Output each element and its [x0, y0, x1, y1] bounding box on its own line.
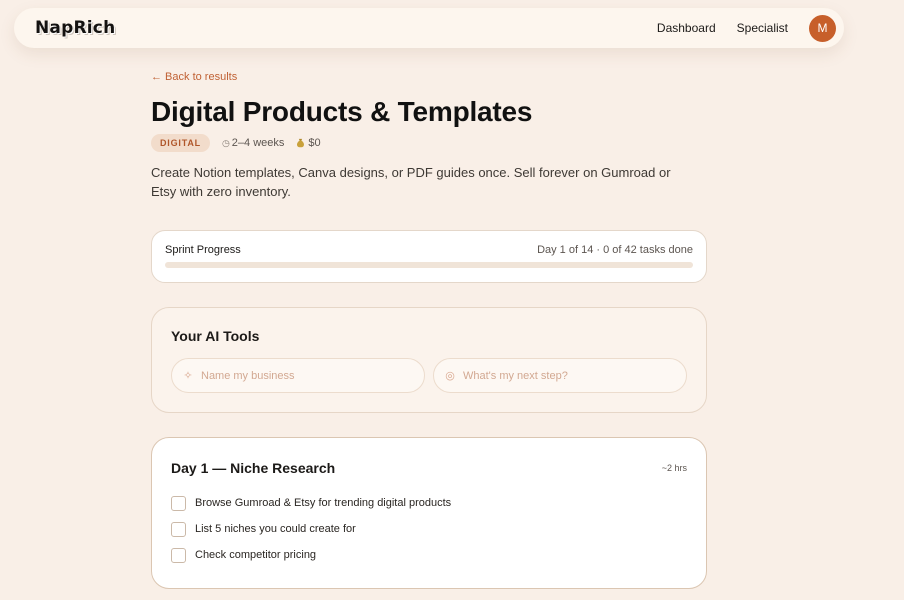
task-item[interactable]: List 5 niches you could create for [171, 516, 687, 542]
task-item[interactable]: Browse Gumroad & Etsy for trending digit… [171, 490, 687, 516]
day-title: Day 1 — Niche Research [171, 460, 336, 476]
task-label: Check competitor pricing [195, 549, 317, 561]
progress-status: Day 1 of 14 · 0 of 42 tasks done [537, 244, 693, 256]
progress-title: Sprint Progress [165, 244, 241, 256]
duration-meta: ◷ 2–4 weeks [222, 137, 284, 149]
page-title: Digital Products & Templates [151, 96, 533, 127]
top-navbar: NapRich Dashboard Specialist M [14, 8, 844, 48]
money-bag-icon [297, 138, 305, 148]
cost-text: $0 [308, 137, 321, 149]
sparkle-icon: ✧ [183, 370, 193, 382]
nav-link-specialist[interactable]: Specialist [737, 21, 788, 35]
ai-tools-title: Your AI Tools [171, 328, 260, 344]
duration-text: 2–4 weeks [231, 137, 285, 149]
name-business-input[interactable] [201, 369, 411, 382]
clock-icon: ◷ [221, 137, 230, 148]
cost-meta: $0 [296, 137, 321, 149]
progress-header: Sprint Progress Day 1 of 14 · 0 of 42 ta… [165, 244, 693, 256]
nav-link-dashboard[interactable]: Dashboard [657, 21, 716, 35]
product-meta: DIGITAL ◷ 2–4 weeks $0 [151, 134, 321, 152]
category-tag: DIGITAL [151, 134, 210, 152]
ai-tool-inputs: ✧ ◎ [171, 358, 687, 393]
task-item[interactable]: Check competitor pricing [171, 542, 687, 568]
task-label: List 5 niches you could create for [195, 523, 356, 535]
task-checkbox[interactable] [171, 547, 186, 563]
nav-links: Dashboard Specialist M [657, 14, 836, 42]
name-business-field[interactable]: ✧ [171, 358, 425, 393]
progress-bar [165, 262, 693, 268]
target-icon: ◎ [445, 370, 455, 382]
day-task-card: Day 1 — Niche Research ~2 hrs Browse Gum… [151, 437, 707, 589]
task-checkbox[interactable] [171, 495, 186, 511]
next-step-field[interactable]: ◎ [433, 358, 687, 393]
back-to-results-link[interactable]: ← Back to results [151, 71, 237, 83]
next-step-input[interactable] [463, 369, 673, 382]
day-duration: ~2 hrs [661, 463, 687, 473]
day-header: Day 1 — Niche Research ~2 hrs [171, 460, 687, 476]
ai-tools-card: Your AI Tools ✧ ◎ [151, 307, 707, 413]
user-avatar[interactable]: M [809, 14, 836, 42]
task-list: Browse Gumroad & Etsy for trending digit… [171, 490, 687, 568]
product-description: Create Notion templates, Canva designs, … [151, 165, 671, 199]
brand-logo[interactable]: NapRich [35, 18, 115, 38]
sprint-progress-card: Sprint Progress Day 1 of 14 · 0 of 42 ta… [151, 230, 707, 283]
task-label: Browse Gumroad & Etsy for trending digit… [195, 497, 452, 509]
task-checkbox[interactable] [171, 521, 186, 537]
